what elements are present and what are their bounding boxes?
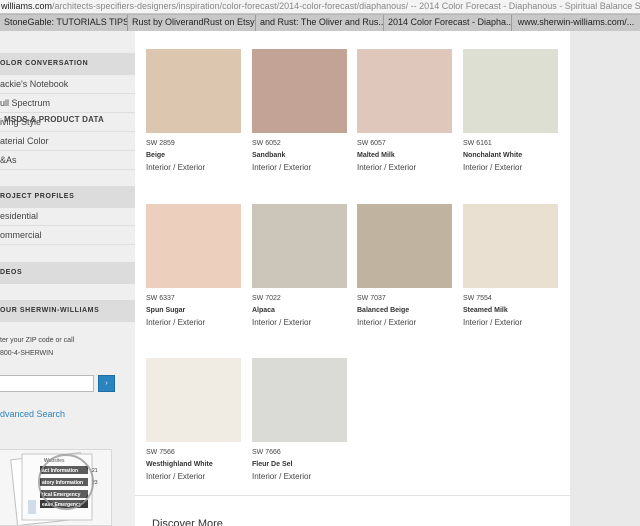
advanced-search-link[interactable]: dvanced Search [0, 409, 65, 419]
color-code: SW 7566 [146, 449, 175, 456]
browser-tab[interactable]: www.sherwin-williams.com/... [512, 15, 640, 31]
color-grid-panel: SW 2859 Beige Interior / Exterior SW 605… [135, 31, 570, 526]
sidebar-item-notebook[interactable]: ackie's Notebook [0, 75, 135, 94]
color-name[interactable]: Malted Milk [357, 152, 452, 159]
color-code: SW 6057 [357, 140, 386, 147]
color-code: SW 6337 [146, 295, 175, 302]
sidebar-item-qas[interactable]: &As [0, 151, 135, 170]
color-name[interactable]: Nonchalant White [463, 152, 558, 159]
color-chip[interactable] [357, 204, 452, 288]
msds-document-illustration: Websites act Information 21 atory Inform… [10, 451, 98, 525]
color-use: Interior / Exterior [146, 472, 206, 481]
color-use: Interior / Exterior [357, 318, 417, 327]
section-divider [135, 495, 570, 496]
zip-input[interactable] [0, 375, 94, 392]
browser-tab[interactable]: StoneGable: TUTORIALS TIPS... [0, 15, 128, 31]
videos-heading[interactable]: DEOS [0, 262, 135, 284]
url-bar[interactable]: williams.com/architects-specifiers-desig… [0, 0, 640, 14]
color-code: SW 6161 [463, 140, 492, 147]
color-swatch[interactable]: SW 2859 Beige Interior / Exterior [146, 49, 241, 172]
color-use: Interior / Exterior [463, 318, 523, 327]
color-name[interactable]: Beige [146, 152, 241, 159]
color-code: SW 7037 [357, 295, 386, 302]
color-code: SW 7666 [252, 449, 281, 456]
color-chip[interactable] [252, 204, 347, 288]
browser-tab[interactable]: 2014 Color Forecast - Diapha... [384, 15, 512, 31]
tab-bar: StoneGable: TUTORIALS TIPS... Rust by Ol… [0, 14, 640, 31]
zip-go-button[interactable]: › [98, 375, 115, 392]
color-chip[interactable] [463, 204, 558, 288]
color-use: Interior / Exterior [463, 163, 523, 172]
color-chip[interactable] [146, 204, 241, 288]
color-swatch[interactable]: SW 7554 Steamed Milk Interior / Exterior [463, 204, 558, 327]
sidebar-item-commercial[interactable]: ommercial [0, 226, 135, 245]
color-name[interactable]: Steamed Milk [463, 307, 558, 314]
discover-more-heading: Discover More [152, 518, 223, 526]
project-profiles-heading: ROJECT PROFILES [0, 186, 135, 208]
msds-card[interactable]: Websites act Information 21 atory Inform… [0, 449, 112, 526]
color-name[interactable]: Westhighland White [146, 461, 241, 468]
color-swatch[interactable]: SW 6337 Spun Sugar Interior / Exterior [146, 204, 241, 327]
zip-instruction: ter your ZIP code or call [0, 337, 75, 344]
page-gutter [570, 31, 640, 526]
color-chip[interactable] [252, 49, 347, 133]
color-use: Interior / Exterior [252, 472, 312, 481]
color-swatch[interactable]: SW 6057 Malted Milk Interior / Exterior [357, 49, 452, 172]
color-code: SW 2859 [146, 140, 175, 147]
color-name[interactable]: Balanced Beige [357, 307, 452, 314]
color-swatch[interactable]: SW 7022 Alpaca Interior / Exterior [252, 204, 347, 327]
browser-tab[interactable]: and Rust: The Oliver and Rus... [256, 15, 384, 31]
sidebar-item-material-color[interactable]: aterial Color [0, 132, 135, 151]
color-name[interactable]: Spun Sugar [146, 307, 241, 314]
color-code: SW 7022 [252, 295, 281, 302]
color-chip[interactable] [146, 358, 241, 442]
url-path: /architects-specifiers-designers/inspira… [52, 1, 640, 11]
color-use: Interior / Exterior [146, 318, 206, 327]
doc-number: 21 [92, 468, 98, 474]
url-host: williams.com [1, 1, 53, 11]
color-swatch[interactable]: SW 7037 Balanced Beige Interior / Exteri… [357, 204, 452, 327]
your-sherwin-williams-heading: OUR SHERWIN-WILLIAMS [0, 300, 135, 322]
color-use: Interior / Exterior [357, 163, 417, 172]
color-swatch[interactable]: SW 7566 Westhighland White Interior / Ex… [146, 358, 241, 481]
sidebar-item-residential[interactable]: esidential [0, 207, 135, 226]
color-swatch[interactable]: SW 7666 Fleur De Sel Interior / Exterior [252, 358, 347, 481]
color-code: SW 6052 [252, 140, 281, 147]
color-chip[interactable] [146, 49, 241, 133]
sidebar-item-full-spectrum[interactable]: ull Spectrum [0, 94, 135, 113]
color-name[interactable]: Sandbank [252, 152, 347, 159]
color-use: Interior / Exterior [252, 163, 312, 172]
color-code: SW 7554 [463, 295, 492, 302]
color-chip[interactable] [357, 49, 452, 133]
color-swatch[interactable]: SW 6161 Nonchalant White Interior / Exte… [463, 49, 558, 172]
color-chip[interactable] [252, 358, 347, 442]
browser-tab[interactable]: Rust by OliverandRust on Etsy [128, 15, 256, 31]
color-use: Interior / Exterior [252, 318, 312, 327]
color-swatch[interactable]: SW 6052 Sandbank Interior / Exterior [252, 49, 347, 172]
color-name[interactable]: Alpaca [252, 307, 347, 314]
color-conversation-heading: OLOR CONVERSATION [0, 53, 135, 75]
color-use: Interior / Exterior [146, 163, 206, 172]
sidebar: OLOR CONVERSATION ackie's Notebook ull S… [0, 31, 135, 526]
phone-number: 800-4-SHERWIN [0, 350, 54, 357]
msds-product-data-label[interactable]: MSDS & PRODUCT DATA [4, 115, 104, 124]
color-chip[interactable] [463, 49, 558, 133]
color-name[interactable]: Fleur De Sel [252, 461, 347, 468]
